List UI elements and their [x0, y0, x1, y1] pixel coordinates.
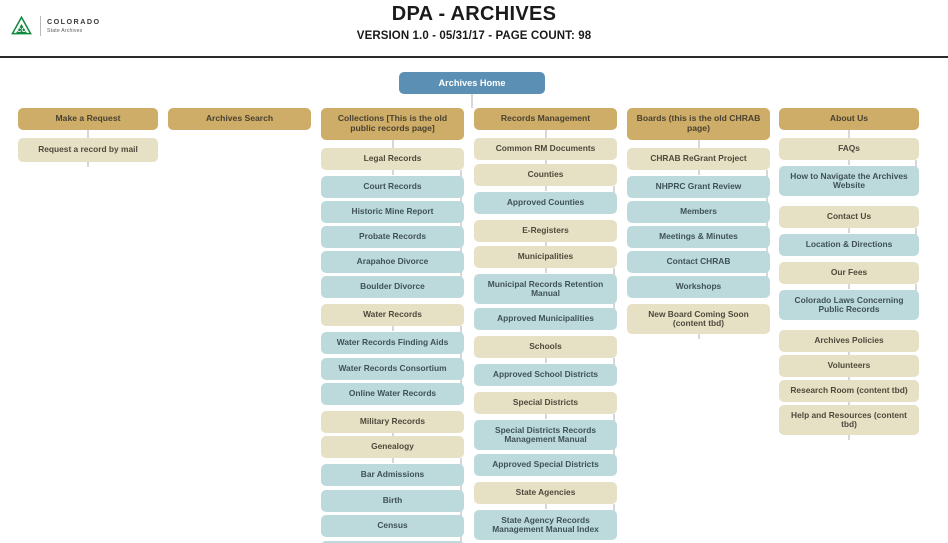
- connector-line: [87, 162, 89, 167]
- node-help-and-resources-content-tbd[interactable]: Help and Resources (content tbd): [779, 405, 919, 435]
- node-counties[interactable]: Counties: [474, 164, 617, 186]
- connector-line: [471, 94, 473, 108]
- node-archives-policies[interactable]: Archives Policies: [779, 330, 919, 352]
- node-approved-municipalities[interactable]: Approved Municipalities: [474, 308, 617, 330]
- node-online-water-records[interactable]: Online Water Records: [321, 383, 464, 405]
- node-request-a-record-by-mail[interactable]: Request a record by mail: [18, 138, 158, 162]
- node-how-to-navigate-the-archives-website[interactable]: How to Navigate the Archives Website: [779, 166, 919, 196]
- node-bar-admissions[interactable]: Bar Admissions: [321, 464, 464, 486]
- node-historic-mine-report[interactable]: Historic Mine Report: [321, 201, 464, 223]
- connector-line: [848, 284, 850, 289]
- connector-line: [848, 435, 850, 440]
- node-special-districts[interactable]: Special Districts: [474, 392, 617, 414]
- connector-line: [391, 458, 394, 463]
- node-common-rm-documents[interactable]: Common RM Documents: [474, 138, 617, 160]
- sitemap-chart: Archives Home Make a Request Request a rec…: [0, 58, 948, 543]
- node-our-fees[interactable]: Our Fees: [779, 262, 919, 284]
- node-municipal-records-retention-manual[interactable]: Municipal Records Retention Manual: [474, 274, 617, 304]
- connector-line: [391, 140, 394, 148]
- node-legal-records[interactable]: Legal Records: [321, 148, 464, 170]
- connector-line: [544, 186, 547, 191]
- node-arapahoe-divorce[interactable]: Arapahoe Divorce: [321, 251, 464, 273]
- column-header-about-us[interactable]: About Us: [779, 108, 919, 130]
- node-schools[interactable]: Schools: [474, 336, 617, 358]
- node-members[interactable]: Members: [627, 201, 770, 223]
- connector-line: [848, 160, 850, 165]
- column-header-archives-search[interactable]: Archives Search: [168, 108, 311, 130]
- node-nhprc-grant-review[interactable]: NHPRC Grant Review: [627, 176, 770, 198]
- connector-line: [87, 130, 89, 138]
- node-workshops[interactable]: Workshops: [627, 276, 770, 298]
- node-approved-special-districts[interactable]: Approved Special Districts: [474, 454, 617, 476]
- node-genealogy[interactable]: Genealogy: [321, 436, 464, 458]
- connector-line: [697, 140, 700, 148]
- column-header-make-a-request[interactable]: Make a Request: [18, 108, 158, 130]
- node-colorado-laws-concerning-public-records[interactable]: Colorado Laws Concerning Public Records: [779, 290, 919, 320]
- connector-line: [544, 504, 547, 509]
- connector-line: [544, 268, 547, 273]
- node-location-directions[interactable]: Location & Directions: [779, 234, 919, 256]
- node-birth[interactable]: Birth: [321, 490, 464, 512]
- node-meetings-minutes[interactable]: Meetings & Minutes: [627, 226, 770, 248]
- node-volunteers[interactable]: Volunteers: [779, 355, 919, 377]
- node-e-registers[interactable]: E-Registers: [474, 220, 617, 242]
- connector-line: [544, 414, 547, 419]
- page-subtitle: VERSION 1.0 - 05/31/17 - PAGE COUNT: 98: [356, 30, 592, 42]
- node-archives-home[interactable]: Archives Home: [399, 72, 545, 94]
- node-water-records[interactable]: Water Records: [321, 304, 464, 326]
- node-contact-us[interactable]: Contact Us: [779, 206, 919, 228]
- connector-line: [848, 130, 850, 138]
- node-research-room-content-tbd[interactable]: Research Room (content tbd): [779, 380, 919, 402]
- connector-line: [697, 334, 700, 339]
- node-probate-records[interactable]: Probate Records: [321, 226, 464, 248]
- node-state-agencies[interactable]: State Agencies: [474, 482, 617, 504]
- node-court-records[interactable]: Court Records: [321, 176, 464, 198]
- node-contact-chrab[interactable]: Contact CHRAB: [627, 251, 770, 273]
- connector-line: [697, 170, 700, 175]
- connector-line: [544, 358, 547, 363]
- column-header-boards-this-is-the-old-chrab-page[interactable]: Boards (this is the old CHRAB page): [627, 108, 770, 140]
- node-special-districts-records-management-manual[interactable]: Special Districts Records Management Man…: [474, 420, 617, 450]
- node-water-records-finding-aids[interactable]: Water Records Finding Aids: [321, 332, 464, 354]
- page-title: DPA - ARCHIVES: [391, 3, 557, 25]
- node-approved-school-districts[interactable]: Approved School Districts: [474, 364, 617, 386]
- connector-line: [544, 130, 547, 138]
- node-approved-counties[interactable]: Approved Counties: [474, 192, 617, 214]
- node-water-records-consortium[interactable]: Water Records Consortium: [321, 358, 464, 380]
- node-new-board-coming-soon-content-tbd[interactable]: New Board Coming Soon (content tbd): [627, 304, 770, 334]
- connector-line: [848, 228, 850, 233]
- connector-line: [391, 326, 394, 331]
- node-boulder-divorce[interactable]: Boulder Divorce: [321, 276, 464, 298]
- sitemap-page: CO COLORADO State Archives DPA - ARCHIVE…: [0, 0, 948, 543]
- page-header: CO COLORADO State Archives DPA - ARCHIVE…: [0, 0, 948, 58]
- connector-line: [391, 170, 394, 175]
- node-chrab-regrant-project[interactable]: CHRAB ReGrant Project: [627, 148, 770, 170]
- column-header-collections-this-is-the-old-public-records-page[interactable]: Collections [This is the old public reco…: [321, 108, 464, 140]
- node-military-records[interactable]: Military Records: [321, 411, 464, 433]
- title-block: DPA - ARCHIVES VERSION 1.0 - 05/31/17 - …: [0, 2, 948, 42]
- node-faqs[interactable]: FAQs: [779, 138, 919, 160]
- node-municipalities[interactable]: Municipalities: [474, 246, 617, 268]
- column-header-records-management[interactable]: Records Management: [474, 108, 617, 130]
- node-state-agency-records-management-manual-index[interactable]: State Agency Records Management Manual I…: [474, 510, 617, 540]
- node-census[interactable]: Census: [321, 515, 464, 537]
